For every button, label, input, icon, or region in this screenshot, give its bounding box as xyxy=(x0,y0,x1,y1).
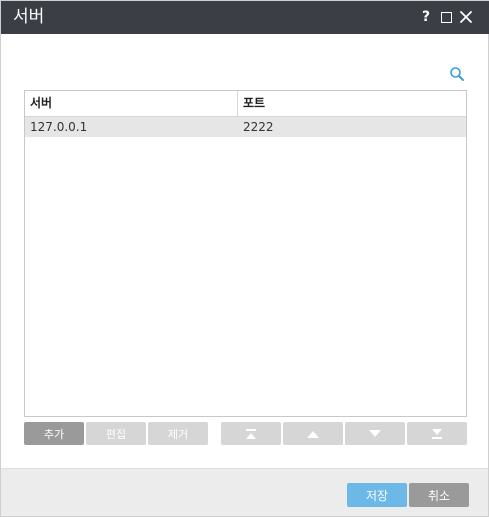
search-button[interactable] xyxy=(449,66,465,82)
help-button[interactable]: ? xyxy=(418,9,434,25)
move-to-top-icon xyxy=(246,428,256,439)
column-header-server[interactable]: 서버 xyxy=(25,91,238,116)
move-down-button[interactable] xyxy=(345,422,405,445)
move-to-top-button[interactable] xyxy=(221,422,281,445)
maximize-icon xyxy=(440,11,452,23)
add-button[interactable]: 추가 xyxy=(24,422,84,445)
help-icon: ? xyxy=(421,9,431,25)
close-button[interactable] xyxy=(458,9,474,25)
server-dialog: 서버 ? 서버 포트 127.0.0.1 2222 추가 편집 제거 저장 취소 xyxy=(0,0,489,517)
move-to-bottom-icon xyxy=(432,428,442,439)
save-button[interactable]: 저장 xyxy=(347,483,407,507)
remove-button[interactable]: 제거 xyxy=(148,422,208,445)
move-up-icon xyxy=(307,430,319,438)
cell-port: 2222 xyxy=(243,120,274,134)
move-up-button[interactable] xyxy=(283,422,343,445)
edit-button[interactable]: 편집 xyxy=(86,422,146,445)
table-row[interactable]: 127.0.0.1 2222 xyxy=(25,117,466,137)
window-title: 서버 xyxy=(13,7,45,27)
column-header-port[interactable]: 포트 xyxy=(238,91,466,116)
table-header: 서버 포트 xyxy=(25,91,466,117)
maximize-button[interactable] xyxy=(438,9,454,25)
dialog-footer: 저장 취소 xyxy=(1,468,488,516)
search-icon xyxy=(450,67,464,81)
move-to-bottom-button[interactable] xyxy=(407,422,467,445)
cancel-button[interactable]: 취소 xyxy=(409,483,469,507)
server-table[interactable]: 서버 포트 127.0.0.1 2222 xyxy=(24,90,467,417)
close-icon xyxy=(460,11,472,23)
move-down-icon xyxy=(369,429,381,437)
cell-server: 127.0.0.1 xyxy=(30,120,88,134)
title-bar[interactable]: 서버 ? xyxy=(1,1,489,34)
